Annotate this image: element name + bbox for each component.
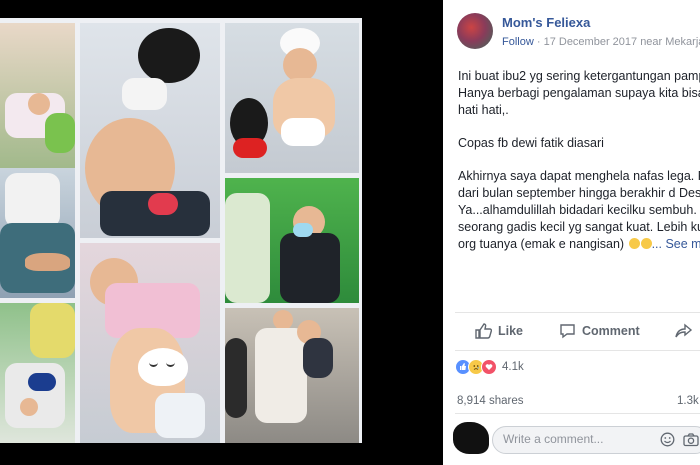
comment-button[interactable]: Comment (559, 323, 640, 339)
comment-icon (560, 324, 575, 339)
post-line: Akhirnya saya dapat menghela nafas lega.… (458, 169, 700, 183)
post-line: dari bulan september hingga berakhir d D… (458, 186, 700, 200)
shares-count[interactable]: 8,914 shares (457, 395, 524, 407)
see-more-link[interactable]: ... See m (652, 237, 700, 251)
post-body: Ini buat ibu2 yg sering ketergantungan p… (458, 68, 700, 269)
post-meta: Follow · 17 December 2017 near Mekarjay (502, 36, 700, 48)
divider (455, 413, 700, 414)
comments-count[interactable]: 1.3k (677, 395, 699, 407)
comment-box (492, 426, 700, 454)
collage-photo-1 (0, 23, 75, 173)
collage-photo-2 (80, 23, 220, 238)
collage-photo-5 (0, 303, 75, 443)
post-last-line: org tuanya (emak e nangisan) ... See m (458, 236, 700, 253)
follow-link[interactable]: Follow (502, 36, 534, 48)
divider (455, 312, 700, 313)
page-avatar[interactable] (457, 13, 493, 49)
collage-photo-6 (80, 243, 220, 443)
like-icon (475, 323, 492, 339)
share-icon (675, 323, 693, 338)
post-date-location[interactable]: 17 December 2017 near Mekarjay (544, 36, 700, 48)
reaction-count[interactable]: 4.1k (502, 361, 524, 373)
post-line: hati hati,. (458, 103, 509, 117)
post-line: Copas fb dewi fatik diasari (458, 136, 604, 150)
love-reaction-icon (481, 359, 497, 375)
divider (455, 350, 700, 351)
like-label: Like (498, 324, 524, 338)
comment-input[interactable] (503, 432, 653, 446)
reaction-summary[interactable]: 4.1k (455, 359, 524, 375)
collage-photo-8 (225, 308, 359, 443)
collage-photo-3 (225, 23, 359, 173)
grin-emoji-icon (640, 238, 652, 249)
action-bar: Like Comment (443, 314, 700, 350)
collage-photo-4 (0, 168, 75, 298)
post-paragraph-3: Akhirnya saya dapat menghela nafas lega.… (458, 168, 700, 253)
collage-photo-7 (225, 178, 359, 303)
post-line: Ini buat ibu2 yg sering ketergantungan p… (458, 69, 700, 83)
post-line: Ya...alhamdulillah bidadari kecilku semb… (458, 203, 697, 217)
grin-emoji-icon (628, 238, 640, 249)
post-line: org tuanya (emak e nangisan) (458, 237, 625, 251)
sticker-icon (138, 348, 188, 386)
post-paragraph-2: Copas fb dewi fatik diasari (458, 135, 700, 152)
emoji-icon[interactable] (660, 432, 675, 447)
commenter-avatar (453, 422, 489, 454)
post-line: seorang gadis kecil yg sangat kuat. Lebi… (458, 220, 700, 234)
photo-collage[interactable] (0, 18, 362, 443)
camera-icon[interactable] (683, 432, 699, 447)
comment-label: Comment (582, 324, 640, 338)
post-line: Hanya berbagi pengalaman supaya kita bis… (458, 86, 700, 100)
post-paragraph-1: Ini buat ibu2 yg sering ketergantungan p… (458, 68, 700, 119)
share-button[interactable] (675, 323, 693, 339)
page-name[interactable]: Mom's Feliexa (502, 15, 590, 30)
meta-separator: · (533, 36, 544, 48)
facebook-post: Mom's Feliexa Follow · 17 December 2017 … (443, 0, 700, 465)
like-button[interactable]: Like (475, 323, 523, 339)
